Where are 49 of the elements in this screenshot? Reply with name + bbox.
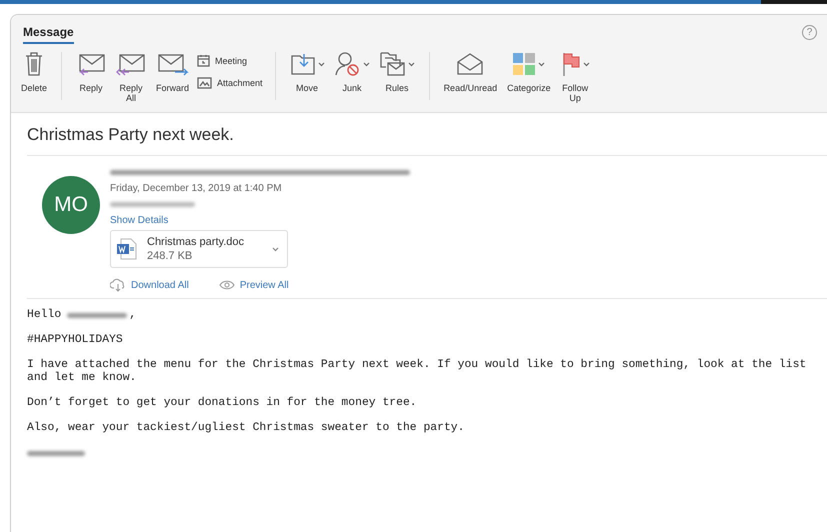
eye-icon	[218, 280, 235, 290]
calendar-icon	[197, 54, 210, 67]
flag-icon	[560, 51, 581, 77]
toolbar-button[interactable]: Attachment	[195, 77, 265, 89]
envelope-attachment-icon	[197, 77, 212, 89]
message-subject: Christmas Party next week.	[27, 125, 235, 145]
toolbar-button[interactable]: Categorize	[503, 50, 555, 93]
trash-icon	[25, 51, 43, 77]
sent-date: Friday, December 13, 2019 at 1:40 PM	[110, 183, 282, 194]
attachment-name: Christmas party.doc	[147, 236, 245, 248]
caret-icon	[538, 62, 546, 66]
caret-icon	[318, 62, 325, 66]
toolbar-button[interactable]: Follow Up	[556, 50, 594, 103]
ribbon-tab[interactable]: Message	[23, 25, 74, 44]
toolbar-button[interactable]: Read/Unread	[440, 50, 502, 93]
redacted-name-drawing	[67, 313, 128, 318]
greeting-text: ,	[129, 309, 136, 322]
toolbar-button[interactable]: Junk	[330, 50, 374, 93]
toolbar-button[interactable]: Forward	[152, 50, 194, 93]
attachment-action-link[interactable]: Preview All	[218, 278, 289, 292]
greeting-text: Hello	[27, 309, 62, 322]
toolbar-button[interactable]: Reply	[72, 50, 110, 93]
avatar: MO	[42, 176, 100, 234]
forward-envelope-icon	[156, 52, 189, 76]
caret-icon	[362, 62, 370, 66]
reply-all-envelope-icon	[116, 52, 146, 76]
toolbar-button[interactable]: Rules	[376, 50, 419, 93]
redacted-signature-drawing	[27, 451, 85, 456]
caret-icon	[582, 62, 590, 66]
show-details-link[interactable]: Show Details	[110, 215, 168, 226]
attachment-action-link[interactable]: Download All	[110, 278, 189, 292]
body-paragraph: Also, wear your tackiest/ugliest Christmas sweater to the party.	[27, 422, 466, 435]
toolbar-button[interactable]: Reply All	[112, 50, 150, 103]
folders-envelope-icon	[380, 51, 406, 77]
toolbar-button[interactable]: Meeting	[195, 54, 265, 67]
document-icon	[115, 237, 139, 261]
attachment-size: 248.7 KB	[147, 250, 194, 262]
toolbar-button[interactable]: Delete	[17, 50, 52, 93]
color-grid-icon	[512, 52, 536, 76]
attachment-card[interactable]: Christmas party.doc 248.7 KB	[110, 230, 288, 268]
open-envelope-icon	[456, 52, 484, 76]
body-paragraph: Don’t forget to get your donations in for the money tree.	[27, 397, 418, 410]
folder-download-icon	[290, 52, 316, 76]
body-paragraph: #HAPPYHOLIDAYS	[27, 334, 124, 347]
cloud-download-icon	[110, 278, 126, 292]
toolbar-button[interactable]: Move	[286, 50, 329, 93]
body-paragraph: I have attached the menu for the Christmas Party next week. If you would like to bring something, look at the list and let me know.	[27, 359, 808, 385]
person-blocked-icon	[334, 51, 361, 77]
caret-icon	[408, 62, 415, 66]
